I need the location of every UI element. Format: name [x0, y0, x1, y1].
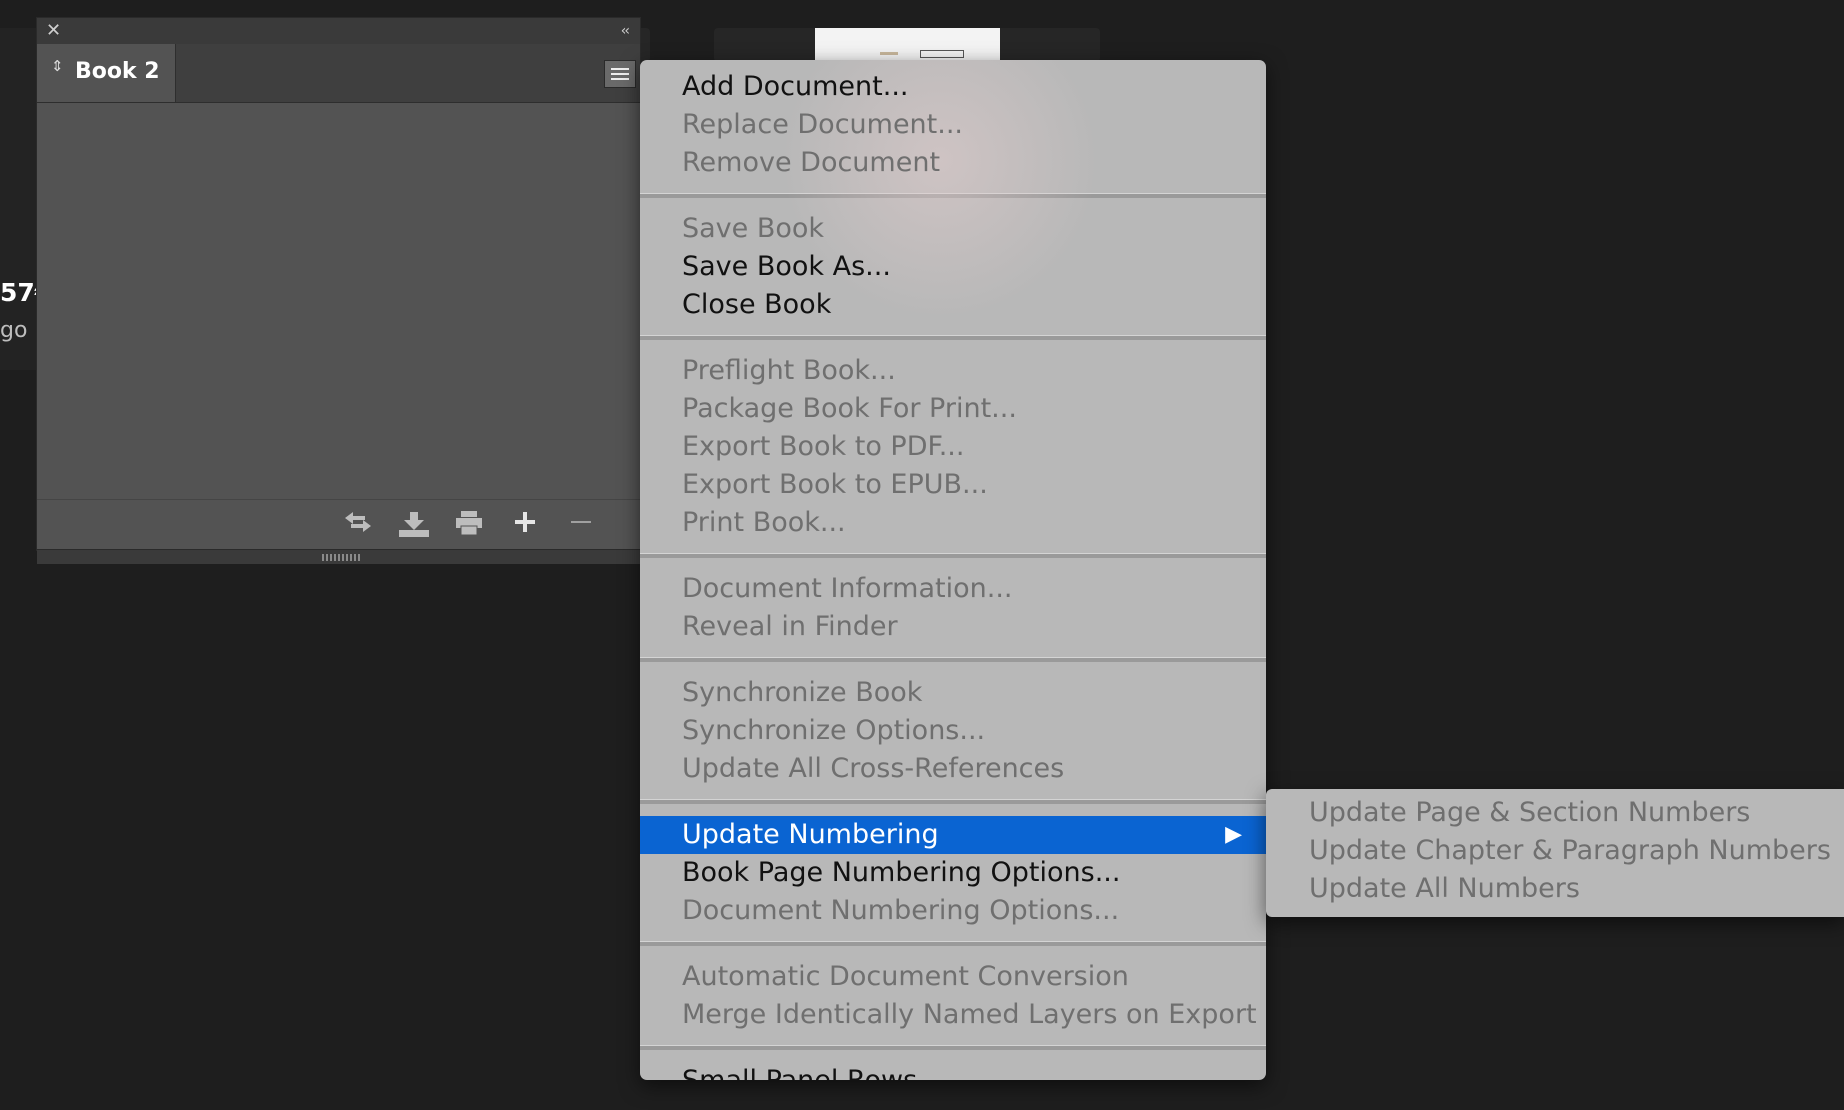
submenu-item-update-all-numbers[interactable]: Update All Numbers [1266, 870, 1844, 908]
update-numbering-submenu: Update Page & Section Numbers Update Cha… [1266, 789, 1844, 917]
menu-separator [640, 657, 1266, 662]
menu-item-preflight-book[interactable]: Preflight Book... [640, 352, 1266, 390]
background-page-thumbnail [815, 28, 1000, 62]
book-document-list [37, 103, 640, 500]
book-panel: ✕ ‹‹ ⇕ Book 2 [36, 17, 642, 564]
menu-separator [640, 553, 1266, 558]
menu-separator [640, 941, 1266, 946]
collapse-icon[interactable]: ‹‹ [621, 20, 630, 42]
menu-separator [640, 1045, 1266, 1050]
menu-item-automatic-document-conversion[interactable]: Automatic Document Conversion [640, 958, 1266, 996]
close-icon[interactable]: ✕ [46, 20, 61, 42]
menu-item-synchronize-options[interactable]: Synchronize Options... [640, 712, 1266, 750]
save-icon[interactable] [398, 510, 430, 544]
menu-item-document-numbering-options[interactable]: Document Numbering Options... [640, 892, 1266, 930]
menu-separator [640, 799, 1266, 804]
panel-tab-strip: ⇕ Book 2 [37, 44, 640, 103]
menu-item-save-book[interactable]: Save Book [640, 210, 1266, 248]
add-icon[interactable] [513, 510, 537, 540]
tab-label: Book 2 [75, 59, 160, 84]
panel-menu-button[interactable] [604, 60, 636, 88]
panel-footer [37, 500, 640, 552]
menu-item-print-book[interactable]: Print Book... [640, 504, 1266, 542]
menu-item-reveal-in-finder[interactable]: Reveal in Finder [640, 608, 1266, 646]
book-panel-menu: Add Document... Replace Document... Remo… [640, 60, 1266, 1080]
up-down-arrows-icon: ⇕ [51, 57, 64, 75]
menu-separator [640, 335, 1266, 340]
menu-section-info: Document Information... Reveal in Finder [640, 570, 1266, 646]
menu-item-close-book[interactable]: Close Book [640, 286, 1266, 324]
menu-item-add-document[interactable]: Add Document... [640, 68, 1266, 106]
submenu-item-update-page-section-numbers[interactable]: Update Page & Section Numbers [1266, 794, 1844, 832]
menu-item-export-pdf[interactable]: Export Book to PDF... [640, 428, 1266, 466]
menu-item-replace-document[interactable]: Replace Document... [640, 106, 1266, 144]
menu-section-view: Small Panel Rows [640, 1062, 1266, 1080]
menu-section-sync: Synchronize Book Synchronize Options... … [640, 674, 1266, 788]
menu-item-synchronize-book[interactable]: Synchronize Book [640, 674, 1266, 712]
panel-title-bar: ✕ ‹‹ [37, 18, 640, 44]
menu-item-export-epub[interactable]: Export Book to EPUB... [640, 466, 1266, 504]
menu-item-save-book-as[interactable]: Save Book As... [640, 248, 1266, 286]
menu-item-update-cross-references[interactable]: Update All Cross-References [640, 750, 1266, 788]
menu-section-numbering: Update Numbering ▶ Book Page Numbering O… [640, 816, 1266, 930]
menu-section-output: Preflight Book... Package Book For Print… [640, 352, 1266, 542]
menu-section-document: Add Document... Replace Document... Remo… [640, 68, 1266, 182]
submenu-item-update-chapter-paragraph-numbers[interactable]: Update Chapter & Paragraph Numbers [1266, 832, 1844, 870]
menu-section-book: Save Book Save Book As... Close Book [640, 210, 1266, 324]
submenu-arrow-icon: ▶ [1225, 822, 1242, 847]
menu-item-merge-layers-on-export[interactable]: Merge Identically Named Layers on Export [640, 996, 1266, 1034]
menu-section-conversion: Automatic Document Conversion Merge Iden… [640, 958, 1266, 1034]
menu-item-remove-document[interactable]: Remove Document [640, 144, 1266, 182]
resize-grip[interactable] [37, 549, 642, 564]
menu-separator [640, 193, 1266, 198]
menu-item-label: Update Numbering [682, 819, 939, 850]
menu-item-book-page-numbering-options[interactable]: Book Page Numbering Options... [640, 854, 1266, 892]
menu-item-package-book[interactable]: Package Book For Print... [640, 390, 1266, 428]
menu-item-document-information[interactable]: Document Information... [640, 570, 1266, 608]
sync-icon[interactable] [343, 510, 373, 540]
tab-book-2[interactable]: ⇕ Book 2 [37, 44, 176, 102]
menu-item-small-panel-rows[interactable]: Small Panel Rows [640, 1062, 1266, 1080]
background-sub-text: go [0, 318, 28, 343]
print-icon[interactable] [455, 510, 483, 542]
menu-item-update-numbering[interactable]: Update Numbering ▶ [640, 816, 1266, 854]
remove-icon[interactable] [569, 510, 593, 540]
